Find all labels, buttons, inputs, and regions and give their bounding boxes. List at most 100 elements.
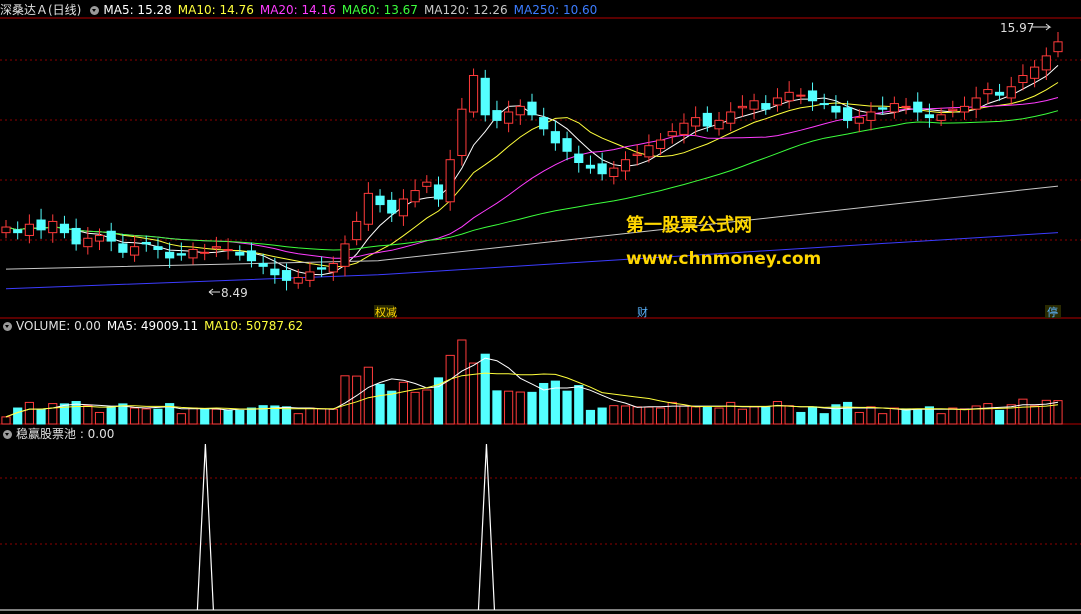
candle — [983, 82, 993, 104]
high-price-label: 15.97 — [1000, 21, 1034, 35]
candle — [726, 102, 736, 132]
ma250-line — [5, 232, 1059, 290]
candle — [749, 93, 759, 120]
candle — [796, 88, 806, 105]
volume-bar — [714, 407, 724, 425]
candle — [901, 97, 911, 115]
indicator-lines — [0, 443, 1081, 611]
candle — [1030, 60, 1040, 88]
candle — [13, 221, 23, 240]
candle — [480, 69, 490, 122]
volume-bar — [913, 408, 923, 425]
volume-bar — [106, 406, 116, 425]
watermark-url: www.chnmoney.com — [626, 249, 821, 269]
volume-bar — [585, 409, 596, 425]
candle — [211, 236, 221, 258]
volume-bar — [843, 401, 853, 425]
candle — [889, 96, 899, 119]
ma120-line — [5, 185, 1059, 270]
candle — [737, 95, 747, 117]
volume-bar — [398, 381, 409, 425]
candle — [1018, 64, 1028, 91]
volume-bar — [597, 407, 607, 425]
volume-bar — [994, 409, 1005, 425]
candle — [504, 100, 514, 133]
volume-bar — [176, 413, 186, 425]
candle — [129, 235, 140, 262]
candle — [819, 93, 829, 110]
signal-spike — [196, 443, 214, 611]
candle — [924, 103, 935, 128]
grid-lines — [0, 17, 1081, 545]
volume-bar — [305, 407, 315, 425]
candle — [305, 262, 315, 288]
volume-bar — [24, 401, 34, 425]
volume-bar — [655, 407, 666, 425]
volume-bar — [936, 413, 946, 425]
volume-bar — [983, 403, 993, 425]
candle — [597, 152, 607, 181]
candle — [971, 86, 981, 119]
volume-bar — [562, 390, 572, 425]
volume-bar — [129, 407, 140, 425]
volume-bar — [410, 391, 420, 425]
candle — [176, 242, 186, 261]
volume-bar — [702, 406, 712, 425]
candle — [363, 182, 373, 231]
volume-bar — [457, 339, 467, 425]
candle — [410, 179, 420, 208]
volume-bar — [153, 408, 163, 425]
volume-bar — [574, 385, 584, 425]
volume-bar — [644, 406, 654, 425]
volume-bar — [13, 407, 23, 425]
volume-bar — [375, 383, 385, 425]
candle — [118, 234, 128, 258]
volume-bar — [691, 406, 701, 425]
volume-bar — [878, 413, 888, 425]
event-label-suspend[interactable]: 停 — [1047, 305, 1058, 319]
volume-bar — [211, 408, 221, 425]
event-label-finance[interactable]: 财 — [637, 305, 648, 319]
volume-bar — [1030, 405, 1040, 425]
volume-bar — [223, 409, 233, 425]
candle — [165, 242, 175, 269]
volume-bar — [317, 408, 327, 425]
volume-bar — [515, 391, 525, 425]
volume-bar — [36, 408, 46, 425]
candle — [679, 113, 689, 144]
candle — [585, 155, 596, 174]
candle — [609, 161, 619, 185]
candle — [667, 123, 677, 144]
volume-bar — [620, 405, 631, 425]
candle — [1041, 47, 1051, 80]
volume-bar — [94, 411, 105, 425]
volume-bar — [948, 407, 958, 425]
candle — [340, 235, 350, 277]
event-markers: 权减 财 停 — [374, 305, 1061, 319]
volume-bar — [796, 411, 806, 425]
volume-bar — [854, 411, 864, 425]
volume-bar — [480, 353, 490, 425]
candle — [433, 176, 444, 207]
volume-bar — [340, 375, 350, 425]
volume-bar — [1053, 400, 1063, 425]
volume-bar — [749, 406, 759, 425]
candle — [831, 95, 841, 119]
event-label-dividend[interactable]: 权减 — [375, 306, 397, 319]
volume-bar — [48, 403, 58, 425]
candle — [36, 208, 46, 239]
volume-bar — [246, 407, 257, 425]
candle — [702, 106, 712, 132]
volume-bar — [609, 405, 619, 425]
volume-bar — [1, 416, 11, 425]
watermark-title: 第一股票公式网 — [626, 214, 752, 236]
candle — [959, 96, 970, 120]
volume-bar — [293, 413, 303, 425]
candle — [913, 92, 923, 121]
volume-bar — [737, 408, 747, 425]
candle — [188, 242, 198, 265]
candle — [761, 95, 771, 115]
kline-chart[interactable]: 15.97 8.49 第一股票公式网 www.chnmoney.com 权减 财… — [0, 0, 1081, 614]
candlesticks — [1, 32, 1063, 291]
candle — [71, 218, 81, 251]
